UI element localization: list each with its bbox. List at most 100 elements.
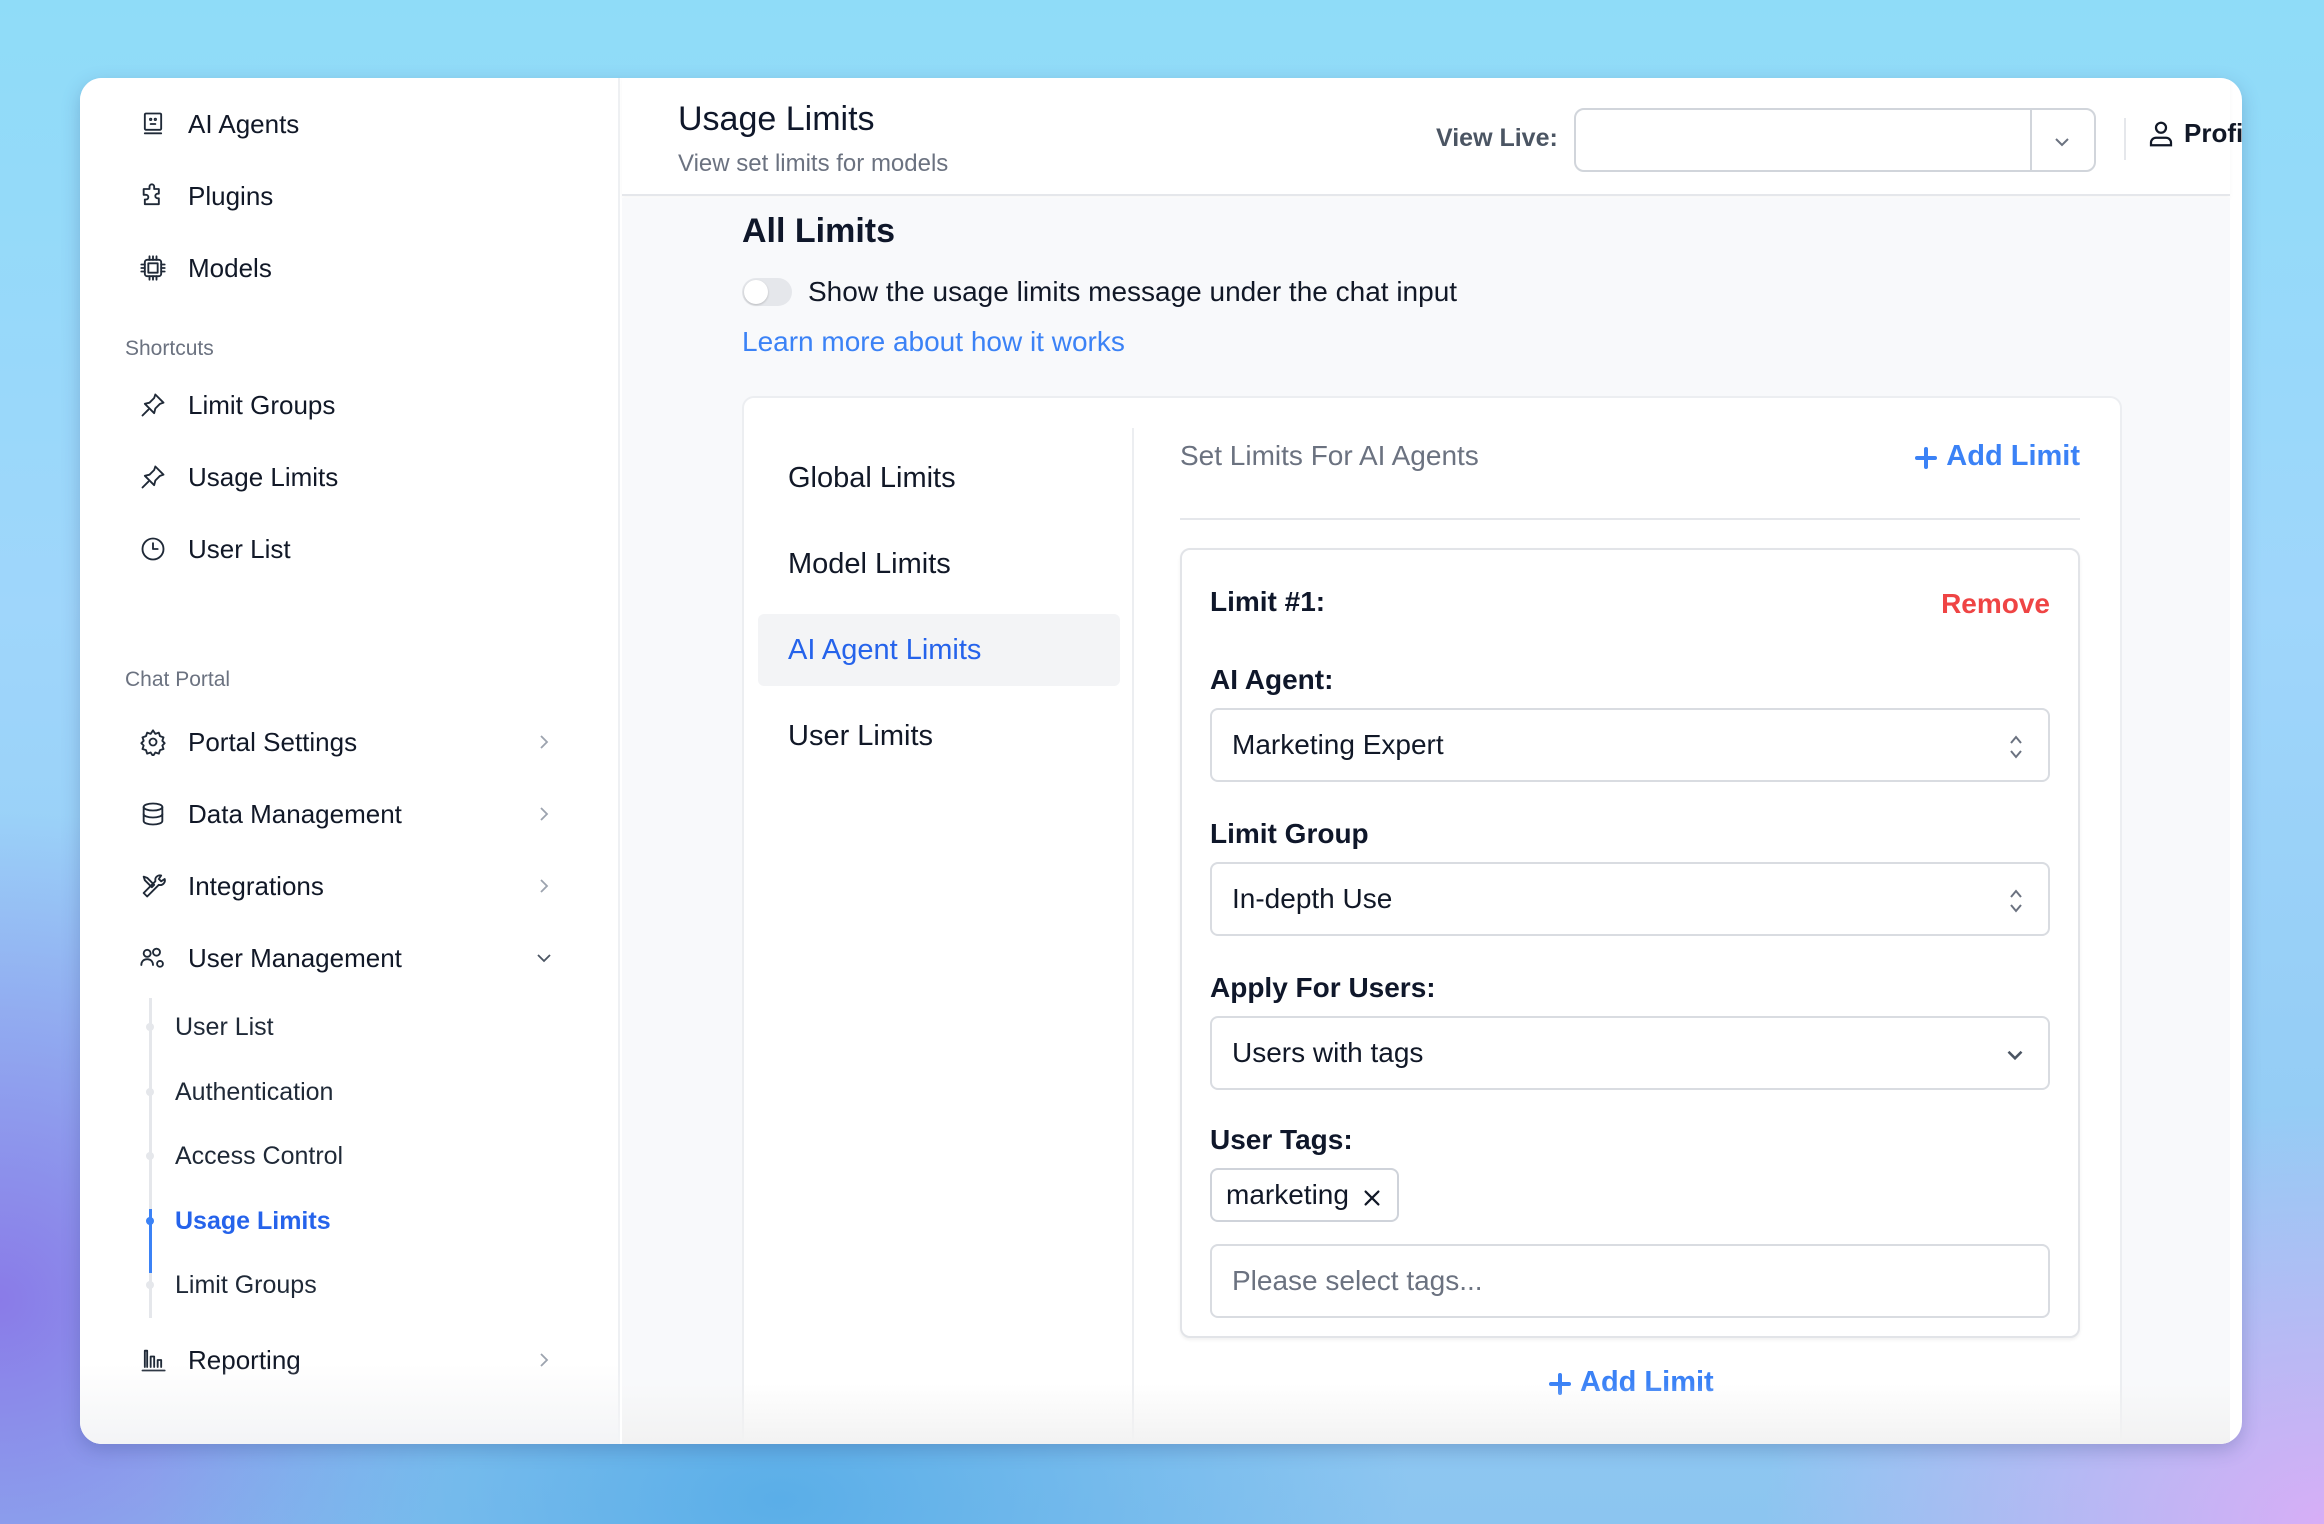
sidebar-item-label: User List (188, 533, 291, 564)
limit-group-label: Limit Group (1210, 818, 1369, 849)
clock-icon (138, 534, 168, 564)
plus-icon (1914, 445, 1938, 469)
usage-message-toggle[interactable] (742, 278, 792, 306)
chevron-right-icon[interactable] (532, 874, 556, 898)
submenu-dot (146, 1088, 154, 1096)
sidebar-item-label: Portal Settings (188, 726, 358, 757)
sidebar: AI Agents Plugins Models Shortcuts Limit… (80, 78, 620, 1444)
sidebar-item-ai-agents[interactable]: AI Agents (138, 100, 578, 148)
panel-title: Set Limits For AI Agents (1180, 440, 1479, 471)
profile-label: Profile (2184, 118, 2242, 148)
chevron-right-icon[interactable] (532, 802, 556, 826)
database-icon (138, 799, 168, 829)
tab-global-limits[interactable]: Global Limits (758, 442, 1120, 514)
pin-icon (138, 462, 168, 492)
sidebar-item-label: Limit Groups (188, 389, 336, 420)
app-window: AI Agents Plugins Models Shortcuts Limit… (80, 78, 2242, 1444)
apply-for-users-value: Users with tags (1232, 1037, 1424, 1068)
add-limit-label: Add Limit (1946, 440, 2080, 472)
shortcut-user-list[interactable]: User List (138, 525, 578, 573)
toggle-label: Show the usage limits message under the … (808, 276, 1458, 307)
learn-more-link[interactable]: Learn more about how it works (742, 326, 1125, 358)
tab-user-limits[interactable]: User Limits (758, 700, 1120, 772)
sidebar-item-label: User Management (188, 942, 402, 973)
sidebar-item-user-management[interactable]: User Management (138, 934, 578, 982)
select-divider (2030, 110, 2032, 170)
submenu-item-usage-limits[interactable]: Usage Limits (175, 1199, 331, 1243)
page-title: Usage Limits (678, 100, 875, 138)
close-icon[interactable] (1361, 1184, 1383, 1206)
sidebar-item-label: Plugins (188, 180, 274, 211)
limit-card: Limit #1: Remove AI Agent: Marketing Exp… (1180, 548, 2080, 1338)
sidebar-item-models[interactable]: Models (138, 244, 578, 292)
add-limit-label: Add Limit (1580, 1366, 1714, 1398)
sidebar-item-label: Usage Limits (188, 461, 339, 492)
page-header: Usage Limits View set limits for models … (622, 78, 2242, 196)
view-live-select[interactable] (1574, 108, 2096, 172)
chevron-down-icon (2002, 1042, 2028, 1068)
sidebar-item-label: Integrations (188, 870, 324, 901)
chevron-up-down-icon (2006, 884, 2026, 918)
chevron-down-icon[interactable] (2050, 130, 2074, 154)
sidebar-item-label: AI Agents (188, 108, 300, 139)
tag-chip: marketing (1210, 1168, 1399, 1222)
remove-limit-button[interactable]: Remove (1941, 588, 2050, 620)
limit-title: Limit #1: (1210, 586, 1326, 617)
chevron-down-icon[interactable] (532, 946, 556, 970)
section-title: All Limits (742, 212, 896, 250)
shortcut-usage-limits[interactable]: Usage Limits (138, 453, 578, 501)
puzzle-icon (138, 181, 168, 211)
tools-icon (138, 871, 168, 901)
tab-model-limits[interactable]: Model Limits (758, 528, 1120, 600)
main-content: All Limits Show the usage limits message… (622, 198, 2230, 1444)
sidebar-item-portal-settings[interactable]: Portal Settings (138, 718, 578, 766)
shortcut-limit-groups[interactable]: Limit Groups (138, 381, 578, 429)
limit-group-select[interactable]: In-depth Use (1210, 862, 2050, 936)
chevron-right-icon[interactable] (532, 730, 556, 754)
submenu-item-limit-groups[interactable]: Limit Groups (175, 1263, 317, 1307)
submenu-dot (146, 1152, 154, 1160)
section-label-shortcuts: Shortcuts (125, 337, 214, 360)
sidebar-item-data-management[interactable]: Data Management (138, 790, 578, 838)
sidebar-item-integrations[interactable]: Integrations (138, 862, 578, 910)
submenu-dot (146, 1281, 154, 1289)
submenu-item-user-list[interactable]: User List (175, 1005, 274, 1049)
apply-for-users-label: Apply For Users: (1210, 972, 1436, 1003)
sidebar-scroll-fade (80, 1364, 620, 1444)
toggle-knob (744, 280, 768, 304)
ai-agent-select[interactable]: Marketing Expert (1210, 708, 2050, 782)
add-limit-button-bottom[interactable]: Add Limit (1548, 1366, 1714, 1399)
limit-tabs: Global Limits Model Limits AI Agent Limi… (744, 428, 1134, 1444)
robot-icon (138, 109, 168, 139)
divider (1180, 518, 2080, 520)
profile-button[interactable]: Profile (2146, 118, 2242, 149)
submenu-dot-active (146, 1217, 154, 1225)
sidebar-item-label: Models (188, 252, 272, 283)
pin-icon (138, 390, 168, 420)
sidebar-item-plugins[interactable]: Plugins (138, 172, 578, 220)
tab-ai-agent-limits[interactable]: AI Agent Limits (758, 614, 1120, 686)
user-tags-label: User Tags: (1210, 1124, 1353, 1155)
tag-label: marketing (1226, 1179, 1349, 1210)
ai-agent-label: AI Agent: (1210, 664, 1334, 695)
sidebar-item-label: Data Management (188, 798, 402, 829)
ai-agent-value: Marketing Expert (1232, 729, 1444, 760)
plus-icon (1548, 1371, 1572, 1395)
view-live-label: View Live: (1436, 124, 1558, 152)
limit-group-value: In-depth Use (1232, 883, 1393, 914)
header-divider (2124, 118, 2126, 160)
submenu-item-access-control[interactable]: Access Control (175, 1134, 343, 1178)
submenu-dot (146, 1023, 154, 1031)
submenu-item-authentication[interactable]: Authentication (175, 1070, 333, 1114)
tags-input[interactable] (1210, 1244, 2050, 1318)
section-label-chat-portal: Chat Portal (125, 668, 231, 691)
users-gear-icon (138, 943, 168, 973)
add-limit-button[interactable]: Add Limit (1914, 440, 2080, 473)
page-subtitle: View set limits for models (678, 150, 949, 177)
chip-icon (138, 253, 168, 283)
gear-icon (138, 727, 168, 757)
chevron-up-down-icon (2006, 730, 2026, 764)
apply-for-users-select[interactable]: Users with tags (1210, 1016, 2050, 1090)
limits-card: Global Limits Model Limits AI Agent Limi… (742, 396, 2122, 1444)
user-icon (2149, 121, 2173, 146)
